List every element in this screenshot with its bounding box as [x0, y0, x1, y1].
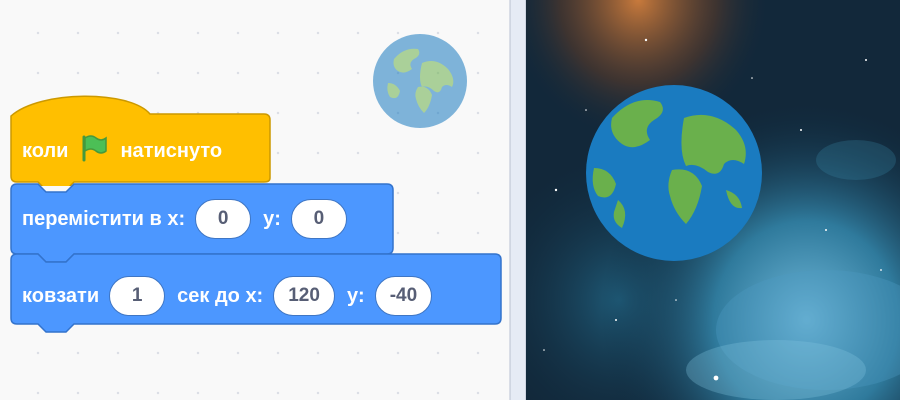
go-to-xy-block[interactable]: перемістити в x: 0 y: 0 — [10, 183, 394, 263]
sprite-thumbnail-earth-icon — [372, 33, 468, 129]
go-to-y-label: y: — [263, 207, 281, 230]
code-area[interactable]: коли натиснуто перемістити в x: 0 y: 0 к… — [0, 0, 510, 400]
panel-divider[interactable] — [510, 0, 526, 400]
glide-label: ковзати — [22, 284, 100, 307]
glide-secs-input[interactable]: 1 — [109, 276, 166, 316]
stage[interactable] — [526, 0, 900, 400]
nebula-backdrop — [526, 0, 900, 400]
earth-sprite[interactable] — [586, 85, 762, 261]
hat-label-when: коли — [22, 139, 69, 162]
glide-secs-label: сек до x: — [177, 284, 264, 307]
glide-y-input[interactable]: -40 — [374, 276, 433, 316]
glide-y-label: y: — [346, 284, 365, 307]
green-flag-icon — [78, 133, 108, 169]
glide-x-input[interactable]: 120 — [273, 276, 335, 316]
go-to-x-input[interactable]: 0 — [195, 199, 252, 239]
go-to-y-input[interactable]: 0 — [290, 199, 347, 239]
when-flag-clicked-block[interactable]: коли натиснуто — [10, 86, 272, 186]
glide-to-xy-block[interactable]: ковзати 1 сек до x: 120 y: -40 — [10, 253, 502, 339]
hat-label-clicked: натиснуто — [120, 139, 223, 162]
go-to-label: перемістити в x: — [22, 207, 186, 230]
